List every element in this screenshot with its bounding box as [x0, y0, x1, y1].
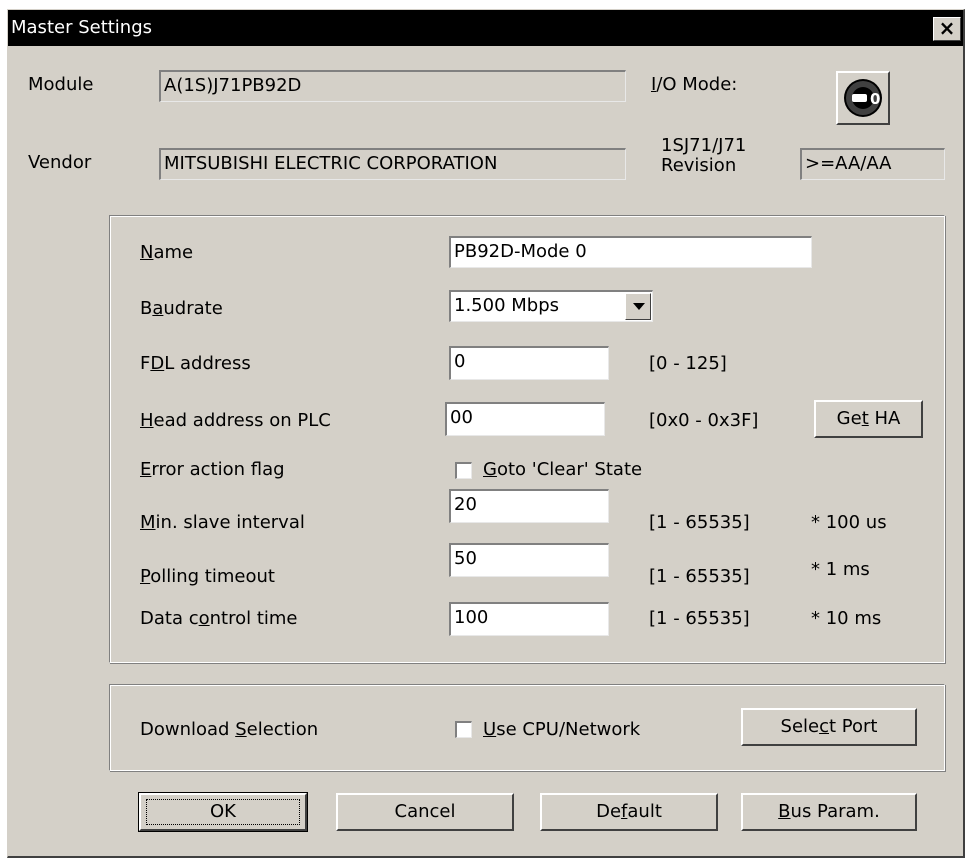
head-address-range: [0x0 - 0x3F] — [649, 410, 759, 431]
goto-clear-state-checkbox[interactable] — [455, 462, 472, 479]
ok-button[interactable]: OK — [138, 792, 308, 832]
data-control-time-range: [1 - 65535] — [649, 608, 750, 629]
error-action-flag-label: Error action flag — [140, 459, 285, 480]
revision-field: >=AA/AA — [800, 148, 945, 180]
close-button[interactable]: × — [933, 17, 961, 41]
io-mode-value: 0 — [870, 90, 880, 108]
min-slave-interval-unit: * 100 us — [811, 512, 887, 533]
vendor-field: MITSUBISHI ELECTRIC CORPORATION — [159, 148, 626, 180]
min-slave-interval-label: Min. slave interval — [140, 512, 305, 533]
close-icon: × — [938, 16, 956, 40]
download-selection-label: Download Selection — [140, 719, 319, 740]
name-label: Name — [140, 242, 194, 263]
data-control-time-label: Data control time — [140, 608, 298, 629]
use-cpu-network-checkbox[interactable] — [455, 721, 472, 738]
fdl-address-input[interactable]: 0 — [449, 346, 609, 380]
parameters-group — [109, 215, 945, 663]
polling-timeout-range: [1 - 65535] — [649, 566, 750, 587]
baudrate-dropdown-button[interactable] — [625, 293, 651, 320]
fdl-address-label: FDL address — [140, 353, 251, 374]
goto-clear-state-label: Goto 'Clear' State — [483, 459, 643, 480]
bus-param-button[interactable]: Bus Param. — [741, 793, 917, 831]
io-mode-dial[interactable]: 0 — [836, 71, 890, 125]
polling-timeout-input[interactable]: 50 — [449, 543, 609, 577]
data-control-time-input[interactable]: 100 — [449, 602, 609, 636]
use-cpu-network-label: Use CPU/Network — [483, 719, 641, 740]
head-address-label: Head address on PLC — [140, 410, 331, 431]
cancel-button[interactable]: Cancel — [336, 793, 514, 831]
vendor-label: Vendor — [28, 152, 92, 173]
min-slave-interval-range: [1 - 65535] — [649, 512, 750, 533]
data-control-time-unit: * 10 ms — [811, 608, 882, 629]
name-input[interactable]: PB92D-Mode 0 — [449, 236, 812, 268]
window-title: Master Settings — [11, 17, 153, 38]
baudrate-select[interactable]: 1.500 Mbps — [449, 290, 653, 322]
title-bar: Master Settings × — [8, 10, 963, 46]
module-field: A(1S)J71PB92D — [159, 70, 626, 102]
min-slave-interval-input[interactable]: 20 — [449, 489, 609, 523]
baudrate-value: 1.500 Mbps — [454, 295, 560, 316]
focus-rectangle — [146, 799, 300, 825]
baudrate-label: Baudrate — [140, 298, 223, 319]
chevron-down-icon — [633, 303, 645, 310]
default-button[interactable]: Default — [540, 793, 718, 831]
io-mode-label: I/O Mode: — [651, 74, 738, 95]
polling-timeout-unit: * 1 ms — [811, 559, 870, 580]
master-settings-dialog: Master Settings × Module A(1S)J71PB92D I… — [7, 9, 965, 858]
get-ha-button[interactable]: Get HA — [814, 400, 923, 438]
io-mode-dial-icon: 0 — [844, 79, 882, 117]
module-label: Module — [28, 74, 94, 95]
revision-label: 1SJ71/J71 Revision — [661, 135, 747, 176]
select-port-button[interactable]: Select Port — [741, 708, 917, 746]
polling-timeout-label: Polling timeout — [140, 566, 275, 587]
head-address-input[interactable]: 00 — [445, 402, 605, 436]
fdl-address-range: [0 - 125] — [649, 353, 727, 374]
